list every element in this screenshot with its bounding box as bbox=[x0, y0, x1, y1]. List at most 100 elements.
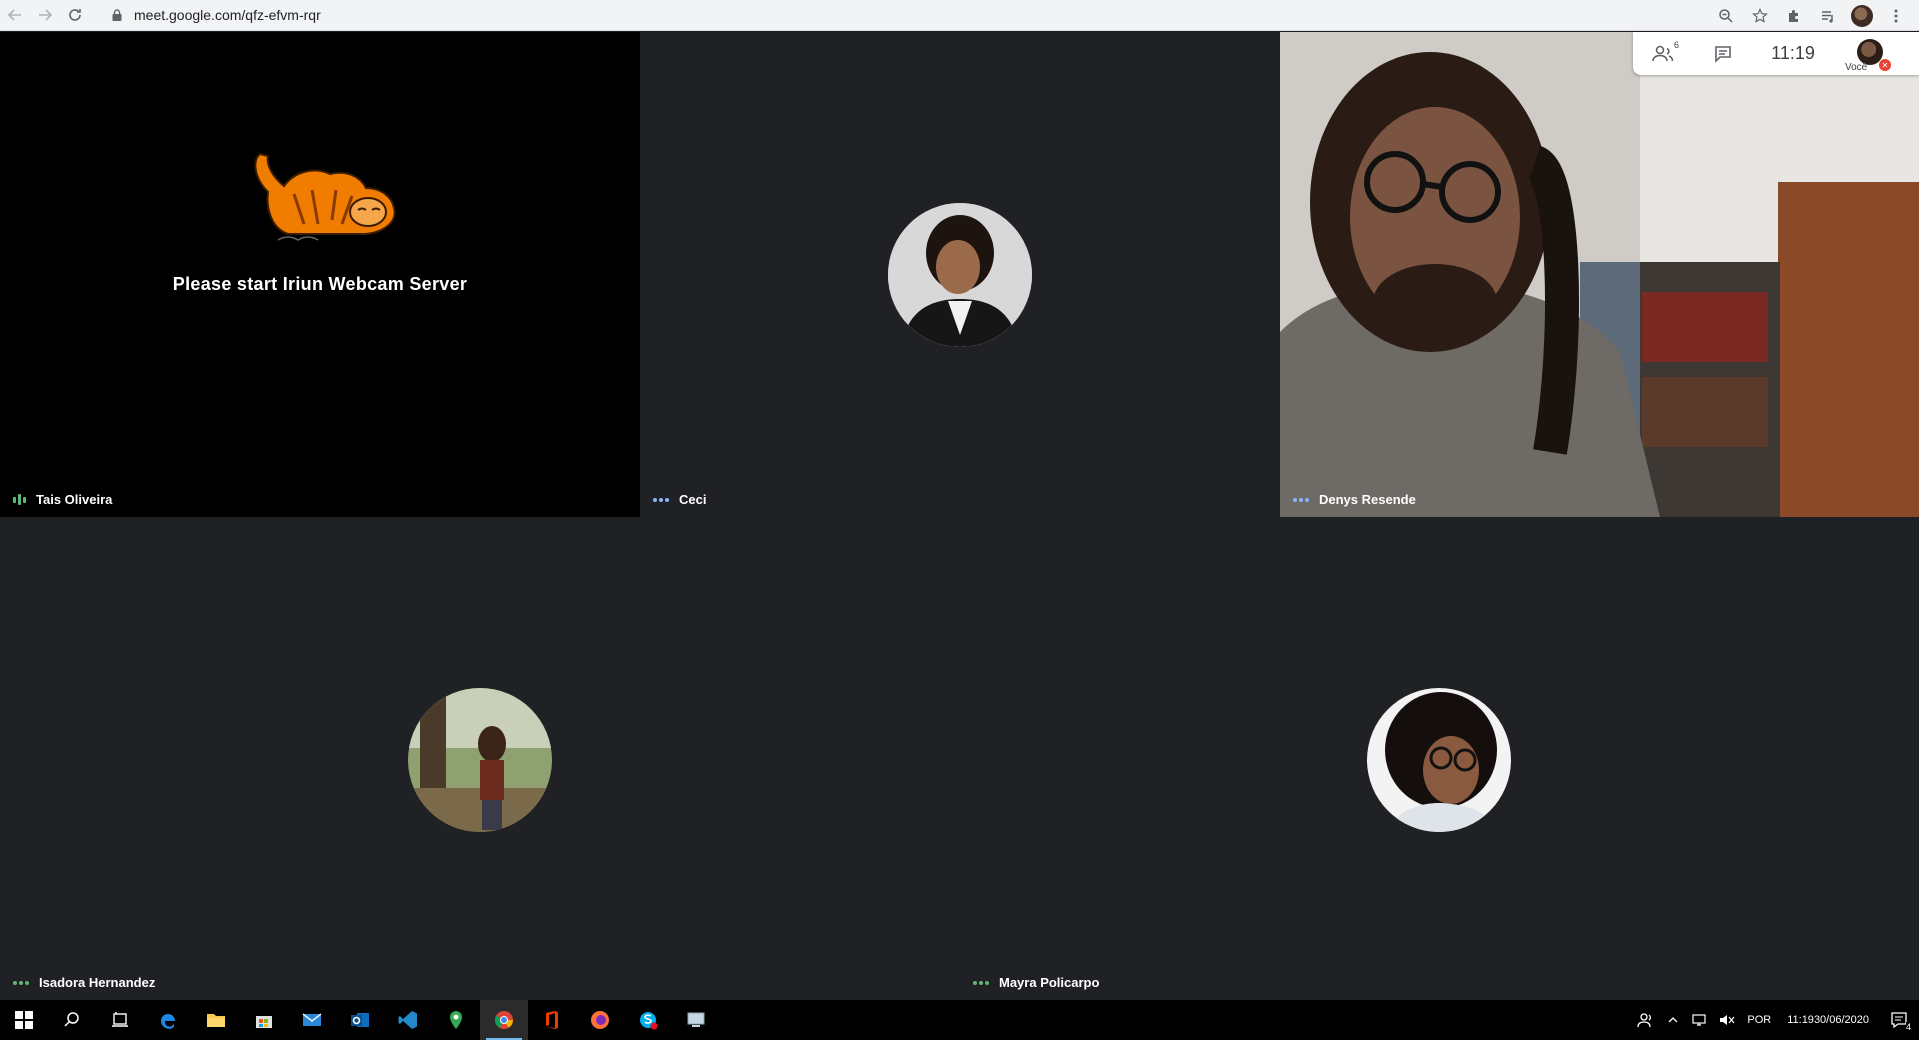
meeting-time: 11:19 bbox=[1771, 43, 1815, 63]
taskbar-clock[interactable]: 11:19 30/06/2020 bbox=[1777, 1000, 1879, 1040]
skype-icon bbox=[640, 1012, 658, 1030]
people-button[interactable] bbox=[1631, 1000, 1661, 1040]
extensions-button[interactable] bbox=[1783, 5, 1805, 27]
participant-name: Denys Resende bbox=[1319, 492, 1416, 507]
menu-button[interactable] bbox=[1885, 5, 1907, 27]
participant-label: Tais Oliveira bbox=[13, 492, 112, 507]
participant-tile[interactable]: Please start Iriun Webcam Server Tais Ol… bbox=[0, 32, 640, 517]
taskbar-edge[interactable] bbox=[144, 1000, 192, 1040]
taskbar-date: 30/06/2020 bbox=[1813, 1013, 1869, 1026]
participant-tile[interactable]: Mayra Policarpo bbox=[960, 517, 1919, 1000]
mic-off-icon: ✕ bbox=[1879, 59, 1891, 71]
participant-label: Denys Resende bbox=[1293, 492, 1416, 507]
taskbar-maps-app[interactable] bbox=[432, 1000, 480, 1040]
back-button[interactable] bbox=[0, 1, 30, 29]
person-photo-icon bbox=[1367, 688, 1511, 832]
speaking-indicator-icon bbox=[13, 494, 26, 505]
outlook-icon bbox=[351, 1013, 369, 1027]
zoom-button[interactable] bbox=[1715, 5, 1737, 27]
puzzle-icon bbox=[1789, 9, 1798, 22]
store-icon bbox=[256, 1016, 272, 1028]
start-button[interactable] bbox=[0, 1000, 48, 1040]
network-button[interactable] bbox=[1685, 1000, 1713, 1040]
people-icon bbox=[1637, 1013, 1652, 1028]
participant-name: Ceci bbox=[679, 492, 707, 507]
chrome-icon bbox=[494, 1011, 513, 1029]
video-frame-icon bbox=[1280, 32, 1919, 517]
taskbar-store[interactable] bbox=[240, 1000, 288, 1040]
taskbar-office[interactable] bbox=[528, 1000, 576, 1040]
arrow-left-icon bbox=[7, 9, 21, 21]
taskbar-outlook[interactable] bbox=[336, 1000, 384, 1040]
computer-icon bbox=[687, 1012, 705, 1027]
search-button[interactable] bbox=[48, 1000, 96, 1040]
forward-button[interactable] bbox=[30, 1, 60, 29]
media-control-button[interactable] bbox=[1817, 5, 1839, 27]
avatar bbox=[408, 688, 552, 832]
chat-icon bbox=[1715, 45, 1731, 63]
arrow-right-icon bbox=[39, 9, 53, 21]
network-icon bbox=[1692, 1014, 1706, 1026]
self-label: Você bbox=[1845, 62, 1868, 73]
taskbar-mail[interactable] bbox=[288, 1000, 336, 1040]
notification-count: 4 bbox=[1905, 1022, 1911, 1032]
participant-label: Ceci bbox=[653, 492, 706, 507]
address-bar[interactable]: meet.google.com/qfz-efvm-rqr bbox=[110, 3, 1750, 27]
taskbar-firefox[interactable] bbox=[576, 1000, 624, 1040]
volume-muted-icon bbox=[1720, 1015, 1735, 1025]
office-icon bbox=[546, 1011, 558, 1029]
participant-name: Isadora Hernandez bbox=[39, 975, 156, 990]
bookmark-button[interactable] bbox=[1749, 5, 1771, 27]
taskbar-file-explorer[interactable] bbox=[192, 1000, 240, 1040]
chevron-up-icon bbox=[1668, 1017, 1678, 1023]
taskbar-network-app[interactable] bbox=[672, 1000, 720, 1040]
zoom-icon bbox=[1719, 8, 1733, 23]
self-view-button[interactable]: Você ✕ bbox=[1833, 32, 1893, 75]
task-view-icon bbox=[112, 1012, 128, 1027]
meet-info-panel: 6 11:19 Você ✕ bbox=[1633, 32, 1919, 75]
windows-taskbar: POR 11:19 30/06/2020 4 bbox=[0, 1000, 1919, 1040]
search-icon bbox=[64, 1012, 79, 1027]
taskbar-chrome[interactable] bbox=[480, 1000, 528, 1040]
firefox-icon bbox=[591, 1011, 609, 1029]
lock-icon bbox=[112, 9, 122, 21]
folder-icon bbox=[207, 1014, 225, 1027]
show-hidden-icons-button[interactable] bbox=[1661, 1000, 1685, 1040]
star-icon bbox=[1752, 7, 1768, 23]
participant-name: Mayra Policarpo bbox=[999, 975, 1100, 990]
profile-avatar[interactable] bbox=[1851, 4, 1873, 27]
chat-button[interactable] bbox=[1693, 32, 1753, 75]
webcam-message: Please start Iriun Webcam Server bbox=[172, 274, 468, 294]
browser-toolbar: meet.google.com/qfz-efvm-rqr bbox=[0, 0, 1919, 31]
participants-count: 6 bbox=[1673, 40, 1679, 50]
participant-tile[interactable]: Denys Resende bbox=[1280, 32, 1919, 517]
url-text: meet.google.com/qfz-efvm-rqr bbox=[134, 7, 321, 23]
more-dots-icon bbox=[653, 497, 669, 502]
taskbar-vscode[interactable] bbox=[384, 1000, 432, 1040]
map-pin-icon bbox=[450, 1011, 462, 1029]
participant-name: Tais Oliveira bbox=[36, 492, 113, 507]
reload-icon bbox=[69, 9, 81, 21]
avatar bbox=[888, 203, 1032, 347]
cat-logo-icon bbox=[254, 152, 396, 241]
participant-tile[interactable]: Ceci bbox=[640, 32, 1280, 517]
language-indicator[interactable]: POR bbox=[1741, 1000, 1777, 1040]
avatar bbox=[1367, 688, 1511, 832]
people-icon bbox=[1652, 45, 1674, 61]
task-view-button[interactable] bbox=[96, 1000, 144, 1040]
reload-button[interactable] bbox=[60, 1, 90, 29]
participant-tile[interactable]: Isadora Hernandez bbox=[0, 517, 960, 1000]
person-photo-icon bbox=[888, 203, 1032, 347]
action-center-button[interactable]: 4 bbox=[1879, 1000, 1919, 1040]
participants-button[interactable]: 6 bbox=[1633, 32, 1693, 75]
mail-icon bbox=[302, 1013, 322, 1026]
windows-logo-icon bbox=[15, 1011, 33, 1029]
volume-button[interactable] bbox=[1713, 1000, 1741, 1040]
more-dots-icon bbox=[1293, 497, 1309, 502]
playlist-icon bbox=[1822, 10, 1833, 23]
taskbar-time: 11:19 bbox=[1787, 1013, 1814, 1026]
taskbar-skype[interactable] bbox=[624, 1000, 672, 1040]
edge-icon bbox=[161, 1014, 175, 1029]
more-dots-icon bbox=[973, 980, 989, 985]
kebab-menu-icon bbox=[1894, 9, 1898, 22]
